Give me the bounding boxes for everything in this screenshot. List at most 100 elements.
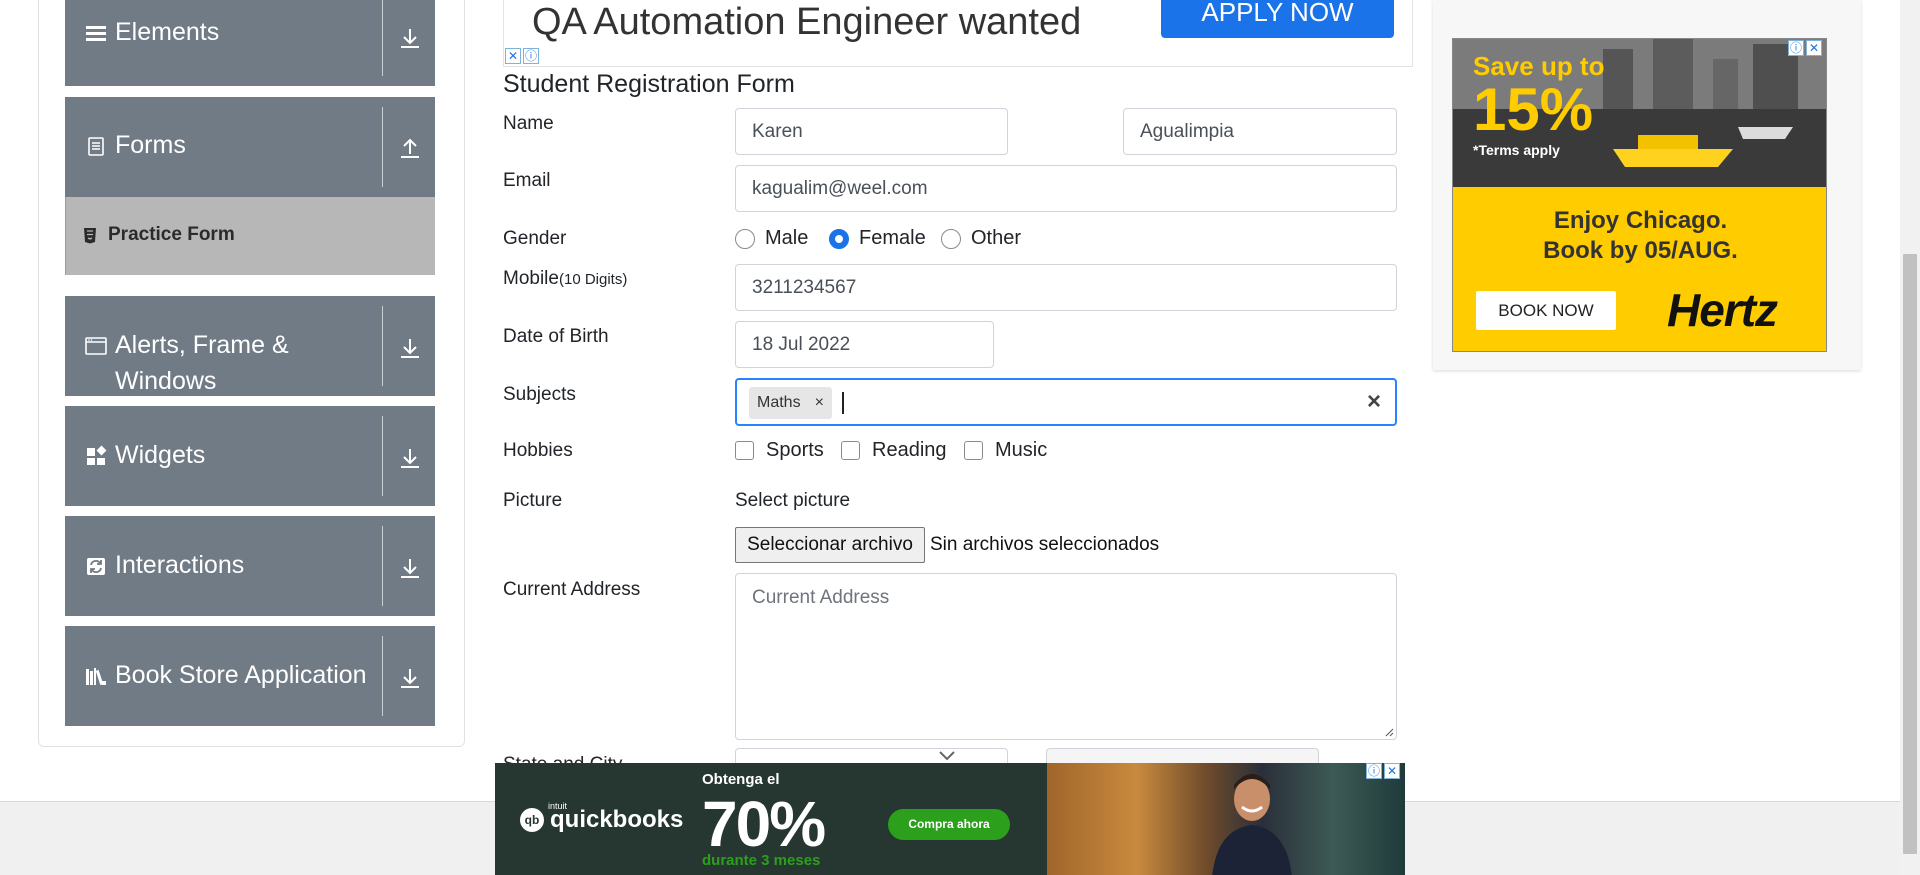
brand-name: quickbooks	[550, 806, 684, 833]
download-arrow-icon[interactable]	[397, 336, 423, 362]
ad-percent: 15%	[1473, 76, 1594, 143]
dob-label: Date of Birth	[503, 326, 609, 347]
sidebar-item-practice-form[interactable]: Practice Form	[65, 197, 435, 275]
close-icon[interactable]: ✕	[505, 48, 521, 64]
ad-choices[interactable]: ⓘ ✕	[1788, 40, 1822, 56]
html5-icon	[84, 228, 96, 244]
sidebar-group-label-line2: Windows	[115, 367, 217, 395]
ad-headline: Obtenga el	[702, 771, 780, 788]
close-icon[interactable]: ✕	[1384, 763, 1400, 779]
download-arrow-icon[interactable]	[397, 446, 423, 472]
current-address-textarea[interactable]: Current Address	[735, 573, 1397, 740]
checkbox[interactable]	[964, 441, 983, 460]
radio-label: Female	[859, 227, 926, 249]
mobile-hint: (10 Digits)	[558, 271, 628, 288]
ad-choices[interactable]: ✕ ⓘ	[505, 48, 539, 64]
download-arrow-icon[interactable]	[397, 26, 423, 52]
ad-tagline-line2: Book by 05/AUG.	[1543, 237, 1738, 264]
ad-tagline-line1: Enjoy Chicago.	[1553, 207, 1728, 234]
divider	[382, 636, 383, 716]
hobby-checkbox-sports[interactable]: Sports	[735, 439, 824, 462]
gender-radio-male[interactable]: Male	[735, 227, 808, 250]
hobby-checkbox-music[interactable]: Music	[964, 439, 1047, 462]
choose-file-button[interactable]: Seleccionar archivo	[735, 527, 925, 563]
close-icon[interactable]: ✕	[1806, 40, 1822, 56]
textarea-placeholder: Current Address	[752, 587, 890, 608]
chevron-down-icon	[939, 751, 955, 761]
text-caret	[842, 392, 844, 414]
divider	[382, 0, 383, 76]
widgets-icon	[87, 445, 107, 465]
sidebar-group-alerts[interactable]: Alerts, Frame & Windows	[65, 296, 435, 396]
sidebar-group-book-store[interactable]: Book Store Application	[65, 626, 435, 726]
ad-percent: 70%	[702, 788, 826, 860]
qb-logo-icon: qb	[520, 808, 544, 832]
radio-button[interactable]	[941, 228, 961, 249]
upload-arrow-icon[interactable]	[397, 135, 423, 161]
last-name-input[interactable]: Agualimpia	[1123, 108, 1397, 155]
resize-grip-icon[interactable]	[1384, 727, 1394, 737]
checkbox-label: Reading	[872, 439, 947, 461]
email-field[interactable]: kagualim@weel.com	[735, 165, 1397, 212]
radio-button[interactable]	[735, 228, 755, 249]
divider	[382, 306, 383, 386]
current-address-label: Current Address	[503, 579, 641, 600]
checkbox-label: Sports	[766, 439, 824, 461]
sidebar-group-forms[interactable]: Forms	[65, 97, 435, 197]
radio-label: Male	[765, 227, 809, 249]
hobby-checkbox-reading[interactable]: Reading	[841, 439, 947, 462]
file-status: Sin archivos seleccionados	[930, 534, 1160, 555]
right-ad-banner[interactable]: Save up to 15% *Terms apply Enjoy Chicag…	[1452, 38, 1827, 352]
sidebar-group-widgets[interactable]: Widgets	[65, 406, 435, 506]
quickbooks-logo: qb quickbooks	[520, 806, 683, 834]
gender-radio-female[interactable]: Female	[829, 227, 926, 250]
download-arrow-icon[interactable]	[397, 666, 423, 692]
person-image	[1212, 774, 1292, 875]
subject-tag: Maths ×	[749, 387, 832, 419]
sidebar-group-elements[interactable]: Elements	[65, 0, 435, 86]
hobbies-label: Hobbies	[503, 440, 573, 461]
checkbox-label: Music	[995, 439, 1048, 461]
picture-label: Picture	[503, 490, 563, 511]
hertz-logo: Hertz	[1667, 284, 1778, 336]
sidebar-group-label: Widgets	[115, 441, 206, 469]
divider	[382, 107, 383, 187]
date-of-birth-input[interactable]: 18 Jul 2022	[735, 321, 994, 368]
clear-icon[interactable]: ×	[1367, 388, 1381, 416]
subjects-input[interactable]: Maths × ×	[735, 378, 1397, 426]
sidebar-group-interactions[interactable]: Interactions	[65, 516, 435, 616]
top-ad-text: QA Automation Engineer wanted	[532, 1, 1082, 43]
mobile-field[interactable]: 3211234567	[735, 264, 1397, 311]
info-icon[interactable]: ⓘ	[523, 48, 539, 64]
apply-now-button[interactable]: APPLY NOW	[1161, 0, 1394, 38]
info-icon[interactable]: ⓘ	[1366, 763, 1382, 779]
scrollbar[interactable]	[1900, 0, 1920, 875]
scrollbar-thumb[interactable]	[1903, 254, 1917, 854]
interactions-icon	[87, 558, 105, 575]
buy-now-button[interactable]: Compra ahora	[888, 809, 1010, 840]
gender-radio-other[interactable]: Other	[941, 227, 1021, 250]
first-name-input[interactable]: Karen	[735, 108, 1008, 155]
bottom-ad-banner[interactable]: intuit qb quickbooks Obtenga el 70% dura…	[495, 763, 1405, 875]
info-icon[interactable]: ⓘ	[1788, 40, 1804, 56]
remove-tag-icon[interactable]: ×	[815, 394, 824, 412]
gender-label: Gender	[503, 228, 567, 249]
page: Elements Forms Practice Form Alerts, Fra…	[0, 0, 1920, 875]
name-label: Name	[503, 113, 554, 134]
top-ad-banner[interactable]: QA Automation Engineer wanted APPLY NOW	[503, 0, 1413, 67]
download-arrow-icon[interactable]	[397, 556, 423, 582]
ad-choices[interactable]: ⓘ ✕	[1366, 763, 1400, 779]
subjects-label: Subjects	[503, 384, 576, 405]
ad-tagline: Enjoy Chicago. Book by 05/AUG.	[1453, 206, 1826, 266]
email-label: Email	[503, 170, 551, 191]
book-now-button[interactable]: BOOK NOW	[1476, 291, 1616, 330]
select-picture-label: Select picture	[735, 490, 851, 511]
checkbox[interactable]	[735, 441, 754, 460]
hamburger-icon	[86, 26, 106, 41]
ad-terms: *Terms apply	[1473, 142, 1560, 158]
page-title: Student Registration Form	[503, 70, 795, 98]
sidebar-group-label: Elements	[115, 18, 220, 46]
checkbox[interactable]	[841, 441, 860, 460]
radio-button-selected[interactable]	[829, 228, 849, 249]
document-icon	[88, 137, 104, 156]
